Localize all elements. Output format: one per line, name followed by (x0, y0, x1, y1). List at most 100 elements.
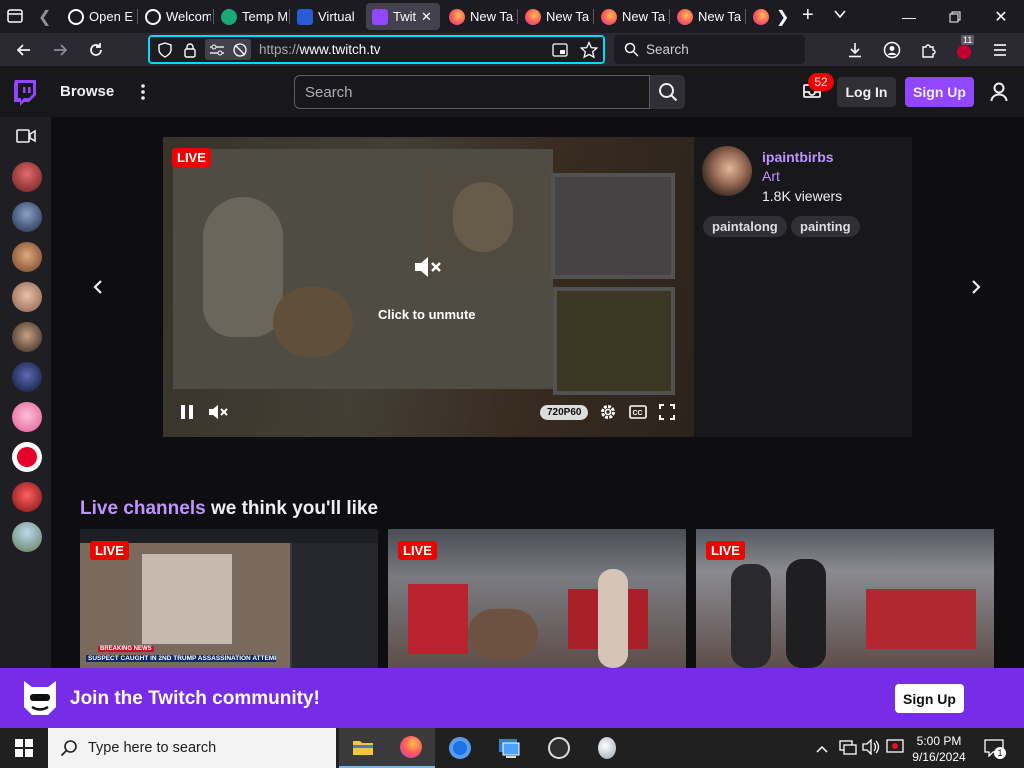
screen-record-icon[interactable] (886, 739, 904, 760)
notification-center-icon[interactable]: 1 (984, 739, 1006, 762)
downloads-icon[interactable] (842, 37, 868, 63)
bookmark-star-icon[interactable] (579, 40, 599, 64)
close-tab-icon[interactable]: ✕ (421, 9, 432, 25)
svg-text:CC: CC (633, 410, 643, 417)
channel-avatar[interactable] (12, 242, 42, 272)
url-text[interactable]: https://www.twitch.tv (259, 42, 381, 57)
volume-muted-icon[interactable] (208, 404, 228, 425)
category-link[interactable]: Art (762, 168, 780, 184)
channel-avatar[interactable] (12, 402, 42, 432)
featured-stream-player[interactable]: LIVE Click to unmute 720P60 CC (163, 137, 694, 437)
menu-hamburger-icon[interactable] (987, 37, 1013, 63)
tab-twitch[interactable]: Twit ✕ (366, 3, 440, 30)
tab-welcome[interactable]: Welcom (139, 3, 211, 30)
account-icon[interactable] (879, 37, 905, 63)
windows-start-icon[interactable] (0, 728, 48, 768)
tab-new-tab-2[interactable]: New Ta (519, 3, 591, 30)
more-options-icon[interactable] (139, 83, 147, 106)
closed-captions-icon[interactable]: CC (629, 404, 647, 425)
stream-thumbnail[interactable]: LIVE (388, 529, 686, 668)
tracking-protection-icon[interactable] (157, 42, 173, 63)
breaking-news-label: BREAKING NEWS (98, 646, 154, 652)
streamer-avatar[interactable] (702, 146, 752, 196)
channel-avatar[interactable] (12, 522, 42, 552)
tab-open[interactable]: Open E (62, 3, 134, 30)
restore-icon[interactable] (932, 0, 978, 33)
tab-new-tab-1[interactable]: New Ta (443, 3, 515, 30)
chrome-taskbar-icon[interactable] (436, 728, 484, 768)
virtual-icon (297, 8, 313, 25)
reload-icon[interactable] (83, 37, 109, 63)
channel-avatar[interactable] (12, 442, 42, 472)
user-menu-icon[interactable] (990, 82, 1008, 107)
close-window-icon[interactable]: ✕ (978, 0, 1024, 33)
show-hidden-icons-icon[interactable] (816, 741, 828, 759)
remote-desktop-icon[interactable] (485, 728, 533, 768)
back-icon[interactable] (11, 37, 37, 63)
channel-avatar[interactable] (12, 362, 42, 392)
extensions-icon[interactable] (915, 37, 941, 63)
file-explorer-icon[interactable] (339, 728, 387, 768)
pause-icon[interactable] (180, 404, 194, 425)
quality-badge[interactable]: 720P60 (540, 405, 589, 420)
channel-avatar[interactable] (12, 322, 42, 352)
volume-icon[interactable] (862, 738, 880, 760)
recommended-channels-icon[interactable] (16, 129, 36, 148)
taskbar-search-box[interactable]: Type here to search (48, 728, 336, 768)
new-tab-icon[interactable]: + (802, 4, 814, 27)
temp-mail-icon (221, 8, 237, 25)
tab-new-tab-4[interactable]: New Ta (671, 3, 743, 30)
network-icon[interactable] (839, 739, 857, 760)
list-all-tabs-icon[interactable] (832, 6, 848, 27)
tab-virtual[interactable]: Virtual (291, 3, 363, 30)
tab-temp-mail[interactable]: Temp M (215, 3, 287, 30)
browse-link[interactable]: Browse (60, 83, 114, 100)
minimize-icon[interactable]: — (886, 0, 932, 33)
tag-painting[interactable]: painting (791, 216, 860, 237)
channel-avatar[interactable] (12, 162, 42, 192)
channel-avatar[interactable] (12, 202, 42, 232)
carousel-next-icon[interactable] (961, 272, 991, 302)
banner-sign-up-button[interactable]: Sign Up (895, 684, 964, 713)
click-to-unmute-text[interactable]: Click to unmute (378, 307, 476, 322)
picture-in-picture-icon[interactable] (552, 42, 568, 63)
clock-date: 9/16/2024 (912, 750, 966, 764)
stream-thumbnail[interactable]: LIVE (696, 529, 994, 668)
channel-avatar[interactable] (12, 282, 42, 312)
live-channels-link[interactable]: Live channels (80, 498, 206, 519)
channel-avatar[interactable] (12, 482, 42, 512)
forward-icon[interactable] (47, 37, 73, 63)
carousel-prev-icon[interactable] (83, 272, 113, 302)
join-community-text: Join the Twitch community! (70, 688, 320, 709)
address-bar[interactable]: https://www.twitch.tv (148, 35, 605, 64)
tabs-scroll-left-icon[interactable]: ❮ (38, 7, 51, 27)
app-taskbar-icon[interactable] (583, 728, 631, 768)
permissions-icon[interactable] (205, 39, 251, 60)
twitch-search-input[interactable] (295, 76, 649, 108)
extension-addon-icon[interactable]: 11 (951, 35, 977, 63)
main-content: LIVE Click to unmute 720P60 CC ipaintbir… (51, 117, 1024, 668)
tab-new-tab-5[interactable] (747, 3, 771, 30)
streamer-name-link[interactable]: ipaintbirbs (762, 149, 834, 165)
firefox-taskbar-icon[interactable] (387, 728, 435, 768)
browser-search-field[interactable]: Search (614, 35, 805, 64)
tab-new-tab-3[interactable]: New Ta (595, 3, 667, 30)
settings-gear-icon[interactable] (599, 403, 617, 426)
tag-paintalong[interactable]: paintalong (703, 216, 787, 237)
tab-label: New Ta (698, 9, 742, 24)
tab-list-icon[interactable] (6, 8, 24, 24)
twitch-logo-icon[interactable] (12, 79, 38, 112)
followed-channels-sidebar (0, 117, 51, 668)
sign-up-button[interactable]: Sign Up (905, 77, 974, 107)
taskbar-clock[interactable]: 5:00 PM 9/16/2024 (908, 733, 970, 765)
obs-taskbar-icon[interactable] (535, 728, 583, 768)
tab-label: New Ta (622, 9, 666, 24)
muted-speaker-icon[interactable] (413, 255, 443, 284)
fullscreen-icon[interactable] (659, 404, 675, 425)
twitch-search-button[interactable] (650, 75, 685, 109)
lock-icon[interactable] (183, 42, 197, 63)
tab-label: New Ta (546, 9, 590, 24)
stream-thumbnail[interactable]: BREAKING NEWS SUSPECT CAUGHT IN 2ND TRUM… (80, 529, 378, 668)
tabs-scroll-right-icon[interactable]: ❯ (776, 7, 789, 27)
log-in-button[interactable]: Log In (837, 77, 896, 107)
